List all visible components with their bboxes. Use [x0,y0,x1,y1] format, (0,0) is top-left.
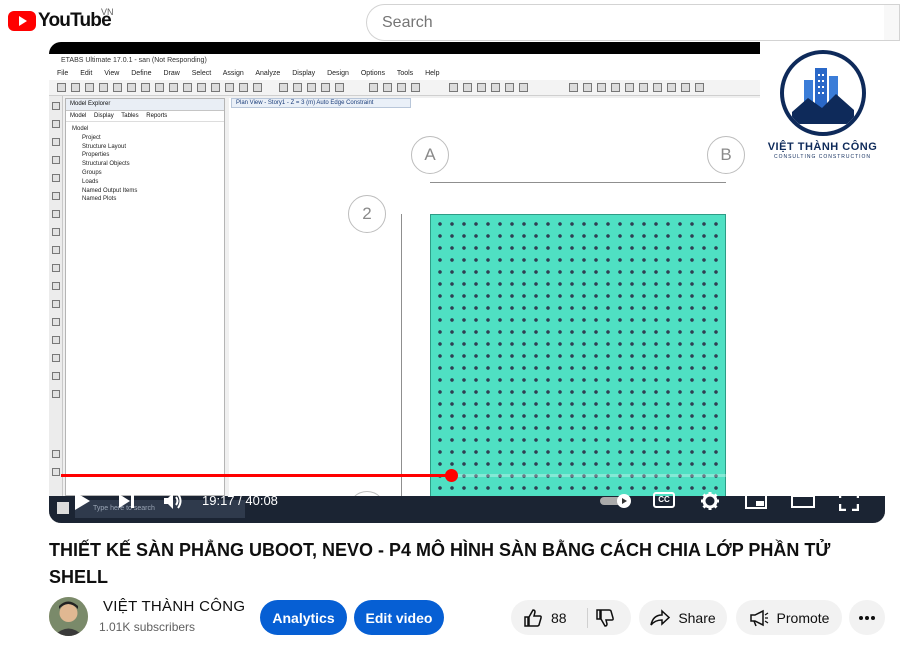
watermark-brand-subtitle: CONSULTING CONSTRUCTION [773,154,872,160]
model-explorer-title: Model Explorer [66,99,224,111]
etabs-menu-item: Draw [163,70,180,77]
thumbs-down-icon [596,609,614,627]
autoplay-toggle[interactable] [599,493,633,513]
channel-name[interactable]: VIỆT THÀNH CÔNG [103,598,245,615]
subscriber-count: 1.01K subscribers [99,620,196,634]
etabs-menu-item: Edit [80,70,93,77]
etabs-menu-item: File [57,70,69,77]
autoplay-toggle-icon [600,494,631,508]
miniplayer-icon [745,493,767,509]
tree-item: Named Output Items [82,187,138,194]
time-display: 19:17 / 40:08 [202,493,278,508]
tree-item: Loads [82,178,99,185]
top-header: YouTube VN [0,0,900,44]
tree-item: Named Plots [82,196,117,203]
etabs-menu-item: Define [131,70,152,77]
explorer-tab: Display [94,113,114,119]
etabs-menu-item: Display [292,70,316,77]
analytics-button[interactable]: Analytics [260,600,347,635]
watermark-brand-name: VIỆT THÀNH CÔNG [767,141,878,153]
etabs-menu-item: Tools [396,70,414,77]
like-count: 88 [551,610,567,626]
progress-bar[interactable] [61,469,873,482]
etabs-menu-item: Analyze [255,70,281,77]
settings-button[interactable] [700,491,720,511]
building-logo-icon [780,50,866,136]
shell-slab-mesh [430,214,726,512]
youtube-logo[interactable]: YouTube [8,10,112,32]
tree-item: Model [72,126,89,132]
etabs-menu-item: Select [191,70,212,77]
like-divider [587,608,588,628]
search-box [366,4,888,41]
edit-video-button[interactable]: Edit video [354,600,444,635]
youtube-wordmark: YouTube [38,10,112,31]
thumbs-up-icon [524,609,542,627]
play-icon [75,492,90,510]
channel-avatar[interactable] [49,597,88,636]
etabs-menu-item: Design [327,70,349,77]
fullscreen-icon [838,490,860,512]
cc-icon: CC [653,492,675,508]
grid-bubble-2: 2 [348,195,386,233]
dimension-line-left [401,214,402,512]
etabs-menu-item: View [104,70,120,77]
etabs-menu-item: Options [360,70,385,77]
share-icon [650,608,671,626]
video-title: THIẾT KẾ SÀN PHẲNG UBOOT, NEVO - P4 MÔ H… [49,540,831,587]
tree-item: Project [82,134,101,141]
miniplayer-button[interactable] [745,491,767,511]
volume-button[interactable] [162,491,184,511]
share-button[interactable]: Share [639,600,727,635]
tree-item: Structure Layout [82,143,127,150]
model-explorer-tabs: Model Display Tables Reports [66,111,224,122]
country-code: VN [101,7,114,17]
promote-button[interactable]: Promote [736,600,842,635]
grid-bubble-b: B [707,136,745,174]
explorer-tab: Model [70,113,87,119]
captions-button[interactable]: CC [653,492,675,512]
etabs-menu-item: Assign [222,70,244,77]
more-actions-button[interactable] [849,600,885,635]
youtube-play-icon [8,11,36,31]
fullscreen-button[interactable] [838,490,860,512]
etabs-menu-item: Help [425,70,440,77]
dislike-button[interactable] [595,608,615,633]
explorer-tab: Reports [146,113,168,119]
next-icon [119,494,134,508]
next-button[interactable] [117,491,137,511]
tree-item: Structural Objects [82,161,130,168]
share-label: Share [678,609,716,626]
etabs-side-toolbar [49,96,63,496]
dimension-line-top [430,182,726,183]
theater-mode-button[interactable] [791,491,815,511]
channel-watermark-logo: VIỆT THÀNH CÔNG CONSULTING CONSTRUCTION [760,42,885,168]
avatar-image [49,597,88,636]
tree-item: Groups [82,169,102,176]
tree-item: Properties [82,152,110,159]
progress-scrubber[interactable] [444,469,458,482]
model-explorer-panel: Model Explorer Model Display Tables Repo… [65,98,225,496]
volume-icon [164,493,182,509]
search-button[interactable] [884,4,900,41]
progress-played [61,474,451,477]
model-explorer-tree: Model Project Structure Layout Propertie… [66,122,224,207]
search-input[interactable] [367,5,888,40]
gear-icon [701,492,719,510]
play-button[interactable] [73,491,91,511]
theater-icon [791,495,815,508]
promote-label: Promote [776,609,830,626]
like-button[interactable] [523,608,543,633]
explorer-tab: Tables [121,113,139,119]
player-controls: 19:17 / 40:08 CC [49,483,885,519]
like-dislike-group: 88 [511,600,631,635]
plan-view-tab: Plan View - Story1 - Z = 3 (m) Auto Edge… [231,98,411,108]
grid-bubble-a: A [411,136,449,174]
megaphone-icon [749,609,768,626]
more-horizontal-icon [859,615,875,620]
